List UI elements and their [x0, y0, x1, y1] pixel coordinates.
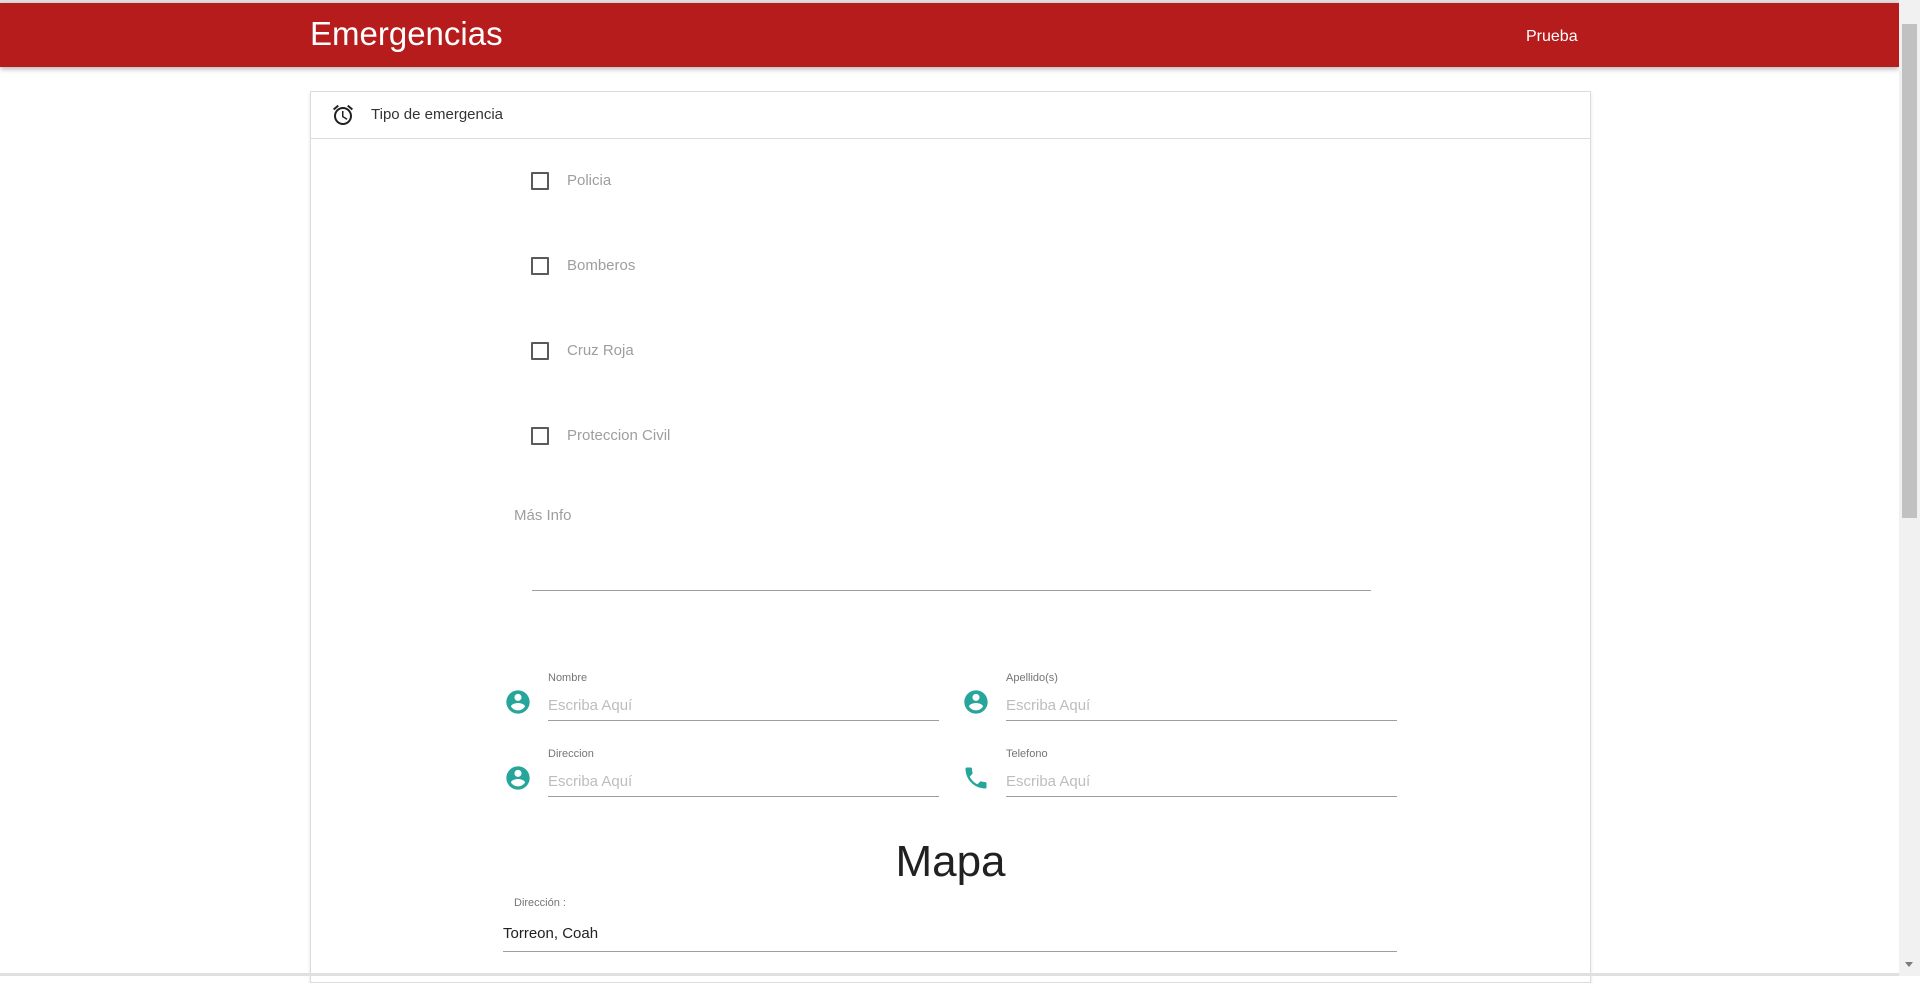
alarm-clock-icon	[333, 104, 353, 125]
more-info-textarea[interactable]	[532, 532, 1371, 591]
account-circle-icon	[506, 690, 530, 714]
checkbox-cruz-roja[interactable]	[531, 342, 549, 360]
scroll-thumb[interactable]	[1902, 24, 1917, 518]
card-header[interactable]: Tipo de emergencia	[311, 92, 1590, 139]
direccion-label: Direccion	[548, 748, 594, 760]
option-label[interactable]: Policia	[567, 172, 611, 189]
apellido-field: Apellido(s)	[962, 672, 1402, 732]
apellido-label: Apellido(s)	[1006, 672, 1058, 684]
apellido-input[interactable]	[1006, 690, 1397, 721]
nombre-label: Nombre	[548, 672, 588, 684]
card-header-title: Tipo de emergencia	[371, 106, 504, 123]
address-input[interactable]	[503, 915, 1397, 952]
vertical-scrollbar[interactable]	[1899, 0, 1920, 976]
nombre-field: Nombre	[504, 672, 944, 732]
top-navbar: Emergencias Prueba	[0, 3, 1899, 67]
emergency-form-card: Tipo de emergencia Policia Bomberos Cruz…	[310, 91, 1591, 983]
user-link[interactable]: Prueba	[1526, 28, 1578, 46]
scroll-down-arrow-icon[interactable]	[1905, 962, 1913, 967]
option-label[interactable]: Proteccion Civil	[567, 427, 670, 444]
checkbox-proteccion-civil[interactable]	[531, 427, 549, 445]
direccion-field: Direccion	[504, 748, 944, 808]
telefono-field: Telefono	[962, 748, 1402, 808]
telefono-label: Telefono	[1006, 748, 1048, 760]
account-circle-icon	[506, 766, 530, 790]
brand-title[interactable]: Emergencias	[310, 15, 503, 53]
address-label: Dirección :	[514, 897, 566, 909]
option-label[interactable]: Bomberos	[567, 257, 635, 274]
account-circle-icon	[964, 690, 988, 714]
more-info-label: Más Info	[514, 507, 572, 524]
phone-icon	[965, 767, 987, 789]
map-title: Mapa	[895, 837, 1006, 886]
checkbox-policia[interactable]	[531, 172, 549, 190]
direccion-input[interactable]	[548, 766, 939, 797]
checkbox-bomberos[interactable]	[531, 257, 549, 275]
telefono-input[interactable]	[1006, 766, 1397, 797]
nombre-input[interactable]	[548, 690, 939, 721]
option-label[interactable]: Cruz Roja	[567, 342, 634, 359]
